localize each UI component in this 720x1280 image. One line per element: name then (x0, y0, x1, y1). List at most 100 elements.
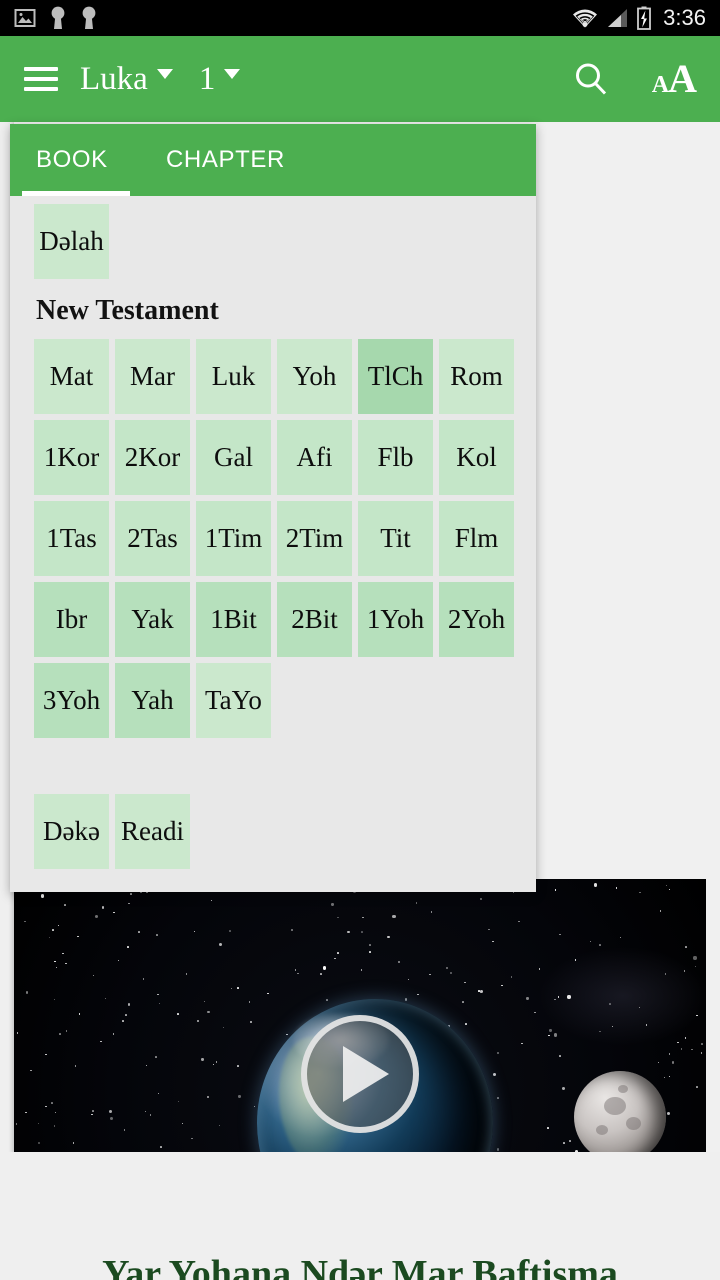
star (77, 935, 79, 938)
book-tile-rom[interactable]: Rom (439, 339, 514, 414)
star (611, 1025, 614, 1028)
battery-charging-icon (637, 6, 652, 30)
star (55, 966, 58, 969)
book-tile-3yoh[interactable]: 3Yoh (34, 663, 109, 738)
video-thumbnail-card[interactable] (14, 879, 706, 1152)
star (521, 1042, 523, 1045)
moon-crater (618, 1085, 628, 1093)
star (360, 969, 363, 971)
star (683, 970, 686, 972)
book-tile-2bit[interactable]: 2Bit (277, 582, 352, 657)
book-tile-row: 3Yoh Yah TaYo (10, 663, 536, 738)
star (128, 902, 130, 905)
keyhole-icon (82, 6, 96, 29)
star (45, 1053, 47, 1056)
section-heading: Yar Yohana Ndər Mar Baftisma (102, 1253, 618, 1280)
star (479, 989, 484, 993)
star (157, 1092, 160, 1095)
tab-chapter[interactable]: CHAPTER (166, 124, 285, 196)
book-tile-mar[interactable]: Mar (115, 339, 190, 414)
star (501, 984, 503, 987)
book-tile-2kor[interactable]: 2Kor (115, 420, 190, 495)
star (127, 946, 129, 948)
book-tile-label: Tit (380, 523, 411, 553)
book-tile-mat[interactable]: Mat (34, 339, 109, 414)
star (492, 1073, 496, 1077)
book-tile-1yoh[interactable]: 1Yoh (358, 582, 433, 657)
book-tile-tit[interactable]: Tit (358, 501, 433, 576)
star (701, 1043, 703, 1045)
star (694, 965, 697, 968)
book-tile-yoh[interactable]: Yoh (277, 339, 352, 414)
book-tile-kol[interactable]: Kol (439, 420, 514, 495)
hamburger-icon[interactable] (24, 67, 58, 91)
book-tile-label: TlCh (367, 361, 424, 391)
status-bar: 3:36 (0, 0, 720, 36)
star (145, 1064, 148, 1067)
star (238, 1095, 241, 1098)
extra-tile-1[interactable]: Readi (115, 794, 190, 869)
book-tile-1kor[interactable]: 1Kor (34, 420, 109, 495)
app-root: 3:36 əfəbiya n. tangərmar ə na lya biya … (0, 0, 720, 1280)
book-tile-1tas[interactable]: 1Tas (34, 501, 109, 576)
star (53, 1125, 56, 1127)
star (30, 1069, 32, 1072)
book-selector-button[interactable]: Luka (80, 62, 173, 96)
star (207, 1010, 210, 1014)
star (222, 1026, 225, 1029)
star (497, 1097, 499, 1099)
star (510, 976, 513, 978)
star (449, 972, 453, 975)
book-tile-gal[interactable]: Gal (196, 420, 271, 495)
star (657, 1061, 660, 1064)
star (680, 1048, 683, 1050)
star (294, 969, 297, 971)
book-tile-flm[interactable]: Flm (439, 501, 514, 576)
book-tile-tlch[interactable]: TlCh (358, 339, 433, 414)
book-tile-afi[interactable]: Afi (277, 420, 352, 495)
extra-tile-0[interactable]: Dəkə (34, 794, 109, 869)
star (696, 1014, 698, 1017)
star (25, 1111, 27, 1114)
star (362, 916, 364, 919)
book-tile-label: Gal (214, 442, 253, 472)
star (101, 906, 105, 909)
star (130, 893, 132, 895)
book-tile-ibr[interactable]: Ibr (34, 582, 109, 657)
book-tile-1tim[interactable]: 1Tim (196, 501, 271, 576)
extra-tile-row: Dəkə Readi (10, 794, 536, 869)
star (54, 1111, 57, 1114)
grid-gap (10, 738, 536, 794)
chapter-selector-button[interactable]: 1 (199, 62, 241, 96)
star (177, 1013, 179, 1015)
book-tile-delah[interactable]: Dəlah (34, 204, 109, 279)
book-tile-1bit[interactable]: 1Bit (196, 582, 271, 657)
star (668, 1075, 671, 1078)
book-tile-2tim[interactable]: 2Tim (277, 501, 352, 576)
book-tile-label: Flm (454, 523, 499, 553)
book-tile-yak[interactable]: Yak (115, 582, 190, 657)
book-tile-2tas[interactable]: 2Tas (115, 501, 190, 576)
book-tile-yah[interactable]: Yah (115, 663, 190, 738)
book-tile-label: Ibr (55, 604, 88, 634)
book-tile-luk[interactable]: Luk (196, 339, 271, 414)
book-tile-flb[interactable]: Flb (358, 420, 433, 495)
star (290, 928, 294, 931)
star (347, 930, 350, 934)
book-tile-label: TaYo (205, 685, 262, 715)
book-tile-tayo[interactable]: TaYo (196, 663, 271, 738)
star (48, 936, 51, 939)
search-icon[interactable] (572, 60, 610, 98)
tab-book[interactable]: BOOK (36, 124, 132, 196)
star (638, 1006, 641, 1009)
book-tile-label: 2Yoh (447, 604, 506, 634)
book-tile-label: Yak (131, 604, 174, 634)
star (146, 891, 148, 894)
book-tile-2yoh[interactable]: 2Yoh (439, 582, 514, 657)
star (549, 1029, 552, 1032)
star (117, 959, 120, 962)
star (125, 1014, 127, 1016)
font-size-icon[interactable]: AA (652, 59, 697, 99)
play-button[interactable] (301, 1015, 419, 1133)
star (112, 1033, 115, 1035)
